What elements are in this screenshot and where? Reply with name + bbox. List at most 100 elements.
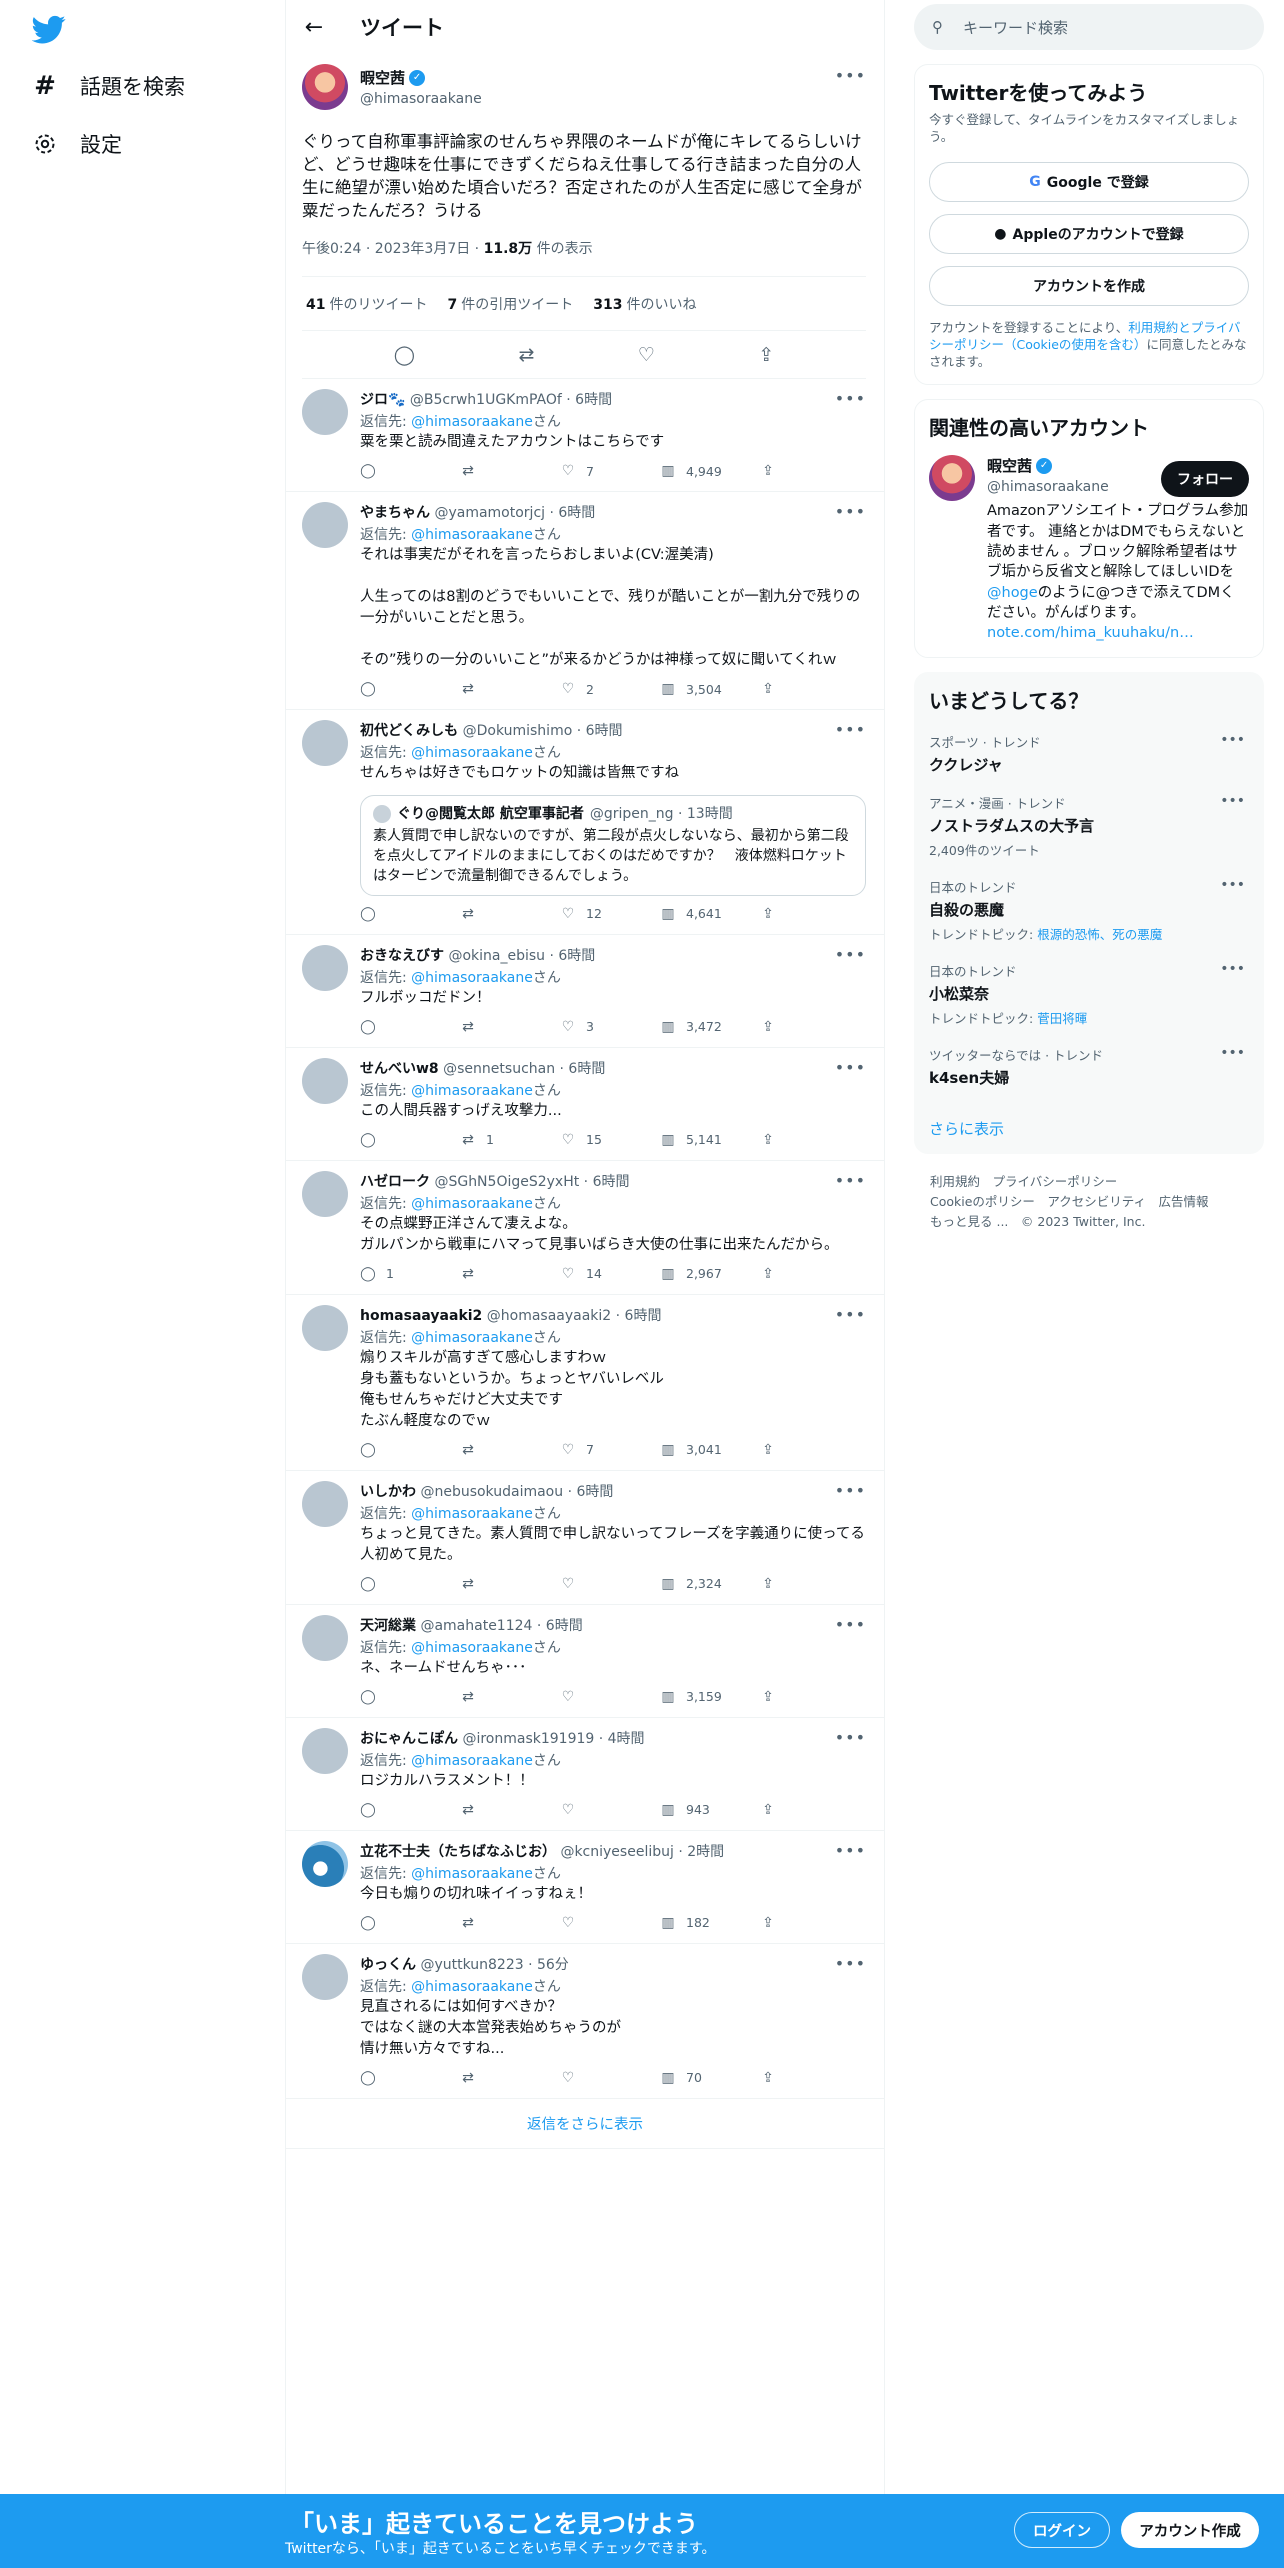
- more-icon[interactable]: •••: [1220, 793, 1245, 809]
- like-action[interactable]: ♡ 7: [560, 463, 660, 479]
- like-stat[interactable]: 313 件のいいね: [593, 294, 696, 314]
- more-icon[interactable]: •••: [835, 1728, 866, 1747]
- reply-meta[interactable]: @kcniyeseelibuj · 2時間: [560, 1844, 724, 1860]
- trend-topic-link[interactable]: 菅田将暉: [1037, 1011, 1087, 1026]
- reply-to-link[interactable]: @himasoraakane: [411, 1330, 533, 1346]
- views-action[interactable]: ▥ 2,967: [660, 1266, 760, 1282]
- retweet-action[interactable]: ⇄: [460, 1576, 560, 1592]
- views-action[interactable]: ▥ 70: [660, 2070, 760, 2086]
- share-icon[interactable]: ⇪: [758, 344, 774, 366]
- reply-to-link[interactable]: @himasoraakane: [411, 527, 533, 543]
- reply-meta[interactable]: @SGhN5OigeS2yxHt · 6時間: [434, 1174, 629, 1190]
- login-button[interactable]: ログイン: [1014, 2512, 1110, 2548]
- reply-author-name[interactable]: 初代どくみしも: [360, 723, 458, 739]
- reply-meta[interactable]: @homasaayaaki2 · 6時間: [487, 1308, 662, 1324]
- reply-author-name[interactable]: やまちゃん: [360, 505, 430, 521]
- reply-author-name[interactable]: homasaayaaki2: [360, 1308, 482, 1324]
- share-action[interactable]: ⇪: [760, 1019, 776, 1035]
- reply-author-name[interactable]: ゆっくん: [360, 1957, 416, 1973]
- reply-action[interactable]: ◯: [360, 2070, 460, 2086]
- reply-tweet[interactable]: 天河総業 @amahate1124 · 6時間 返信先: @himasoraak…: [286, 1605, 884, 1718]
- quote-stat[interactable]: 7 件の引用ツイート: [447, 294, 573, 314]
- retweet-action[interactable]: ⇄: [460, 1689, 560, 1705]
- more-icon[interactable]: •••: [835, 1171, 866, 1190]
- reply-action[interactable]: ◯: [360, 463, 460, 479]
- avatar[interactable]: [302, 1727, 348, 1774]
- like-action[interactable]: ♡ 3: [560, 1019, 660, 1035]
- views-action[interactable]: ▥ 943: [660, 1802, 760, 1818]
- reply-action[interactable]: ◯: [360, 1915, 460, 1931]
- more-icon[interactable]: •••: [835, 389, 866, 408]
- reply-tweet[interactable]: おきなえびす @okina_ebisu · 6時間 返信先: @himasora…: [286, 935, 884, 1048]
- avatar[interactable]: [302, 1057, 348, 1104]
- avatar[interactable]: [302, 720, 348, 767]
- retweet-icon[interactable]: ⇄: [518, 344, 534, 366]
- reply-meta[interactable]: @B5crwh1UGKmPAOf · 6時間: [410, 392, 612, 408]
- reply-author-name[interactable]: ハゼローク: [360, 1174, 430, 1190]
- reply-to-link[interactable]: @himasoraakane: [411, 1506, 533, 1522]
- views-action[interactable]: ▥ 3,504: [660, 681, 760, 697]
- views-action[interactable]: ▥ 5,141: [660, 1132, 760, 1148]
- more-icon[interactable]: •••: [835, 1305, 866, 1324]
- avatar[interactable]: [302, 64, 348, 110]
- nav-explore[interactable]: # 話題を検索: [32, 66, 185, 106]
- reply-author-name[interactable]: いしかわ: [360, 1484, 416, 1500]
- reply-tweet[interactable]: せんべいw8 @sennetsuchan · 6時間 返信先: @himasor…: [286, 1048, 884, 1161]
- bio-url-link[interactable]: note.com/hima_kuuhaku/n…: [987, 625, 1194, 641]
- avatar[interactable]: [302, 1953, 348, 2000]
- reply-to-link[interactable]: @himasoraakane: [411, 1866, 533, 1882]
- like-action[interactable]: ♡: [560, 1802, 660, 1818]
- bio-mention-link[interactable]: @hoge: [987, 585, 1038, 601]
- views-action[interactable]: ▥ 4,641: [660, 906, 760, 922]
- reply-tweet[interactable]: ハゼローク @SGhN5OigeS2yxHt · 6時間 返信先: @himas…: [286, 1161, 884, 1295]
- more-icon[interactable]: •••: [835, 1954, 866, 1973]
- trends-more-link[interactable]: さらに表示: [929, 1118, 1249, 1139]
- reply-meta[interactable]: @nebusokudaimaou · 6時間: [420, 1484, 613, 1500]
- avatar[interactable]: [302, 1614, 348, 1661]
- footer-line[interactable]: 利用規約 プライバシーポリシー: [930, 1172, 1264, 1192]
- reply-to-link[interactable]: @himasoraakane: [411, 970, 533, 986]
- share-action[interactable]: ⇪: [760, 1132, 776, 1148]
- like-action[interactable]: ♡ 15: [560, 1132, 660, 1148]
- reply-meta[interactable]: @yuttkun8223 · 56分: [420, 1957, 568, 1973]
- reply-to-link[interactable]: @himasoraakane: [411, 1083, 533, 1099]
- more-icon[interactable]: •••: [1220, 877, 1245, 893]
- share-action[interactable]: ⇪: [760, 1442, 776, 1458]
- views-action[interactable]: ▥ 3,041: [660, 1442, 760, 1458]
- share-action[interactable]: ⇪: [760, 681, 776, 697]
- trend-item[interactable]: 日本のトレンド 自殺の悪魔 トレンドトピック: 根源的恐怖、死の悪魔 •••: [929, 877, 1249, 943]
- retweet-action[interactable]: ⇄: [460, 1915, 560, 1931]
- reply-meta[interactable]: @amahate1124 · 6時間: [420, 1618, 582, 1634]
- more-icon[interactable]: •••: [835, 66, 866, 85]
- reply-meta[interactable]: @sennetsuchan · 6時間: [443, 1061, 605, 1077]
- share-action[interactable]: ⇪: [760, 463, 776, 479]
- like-action[interactable]: ♡ 12: [560, 906, 660, 922]
- reply-to-link[interactable]: @himasoraakane: [411, 1640, 533, 1656]
- reply-action[interactable]: ◯: [360, 1442, 460, 1458]
- more-icon[interactable]: •••: [835, 1615, 866, 1634]
- reply-to-link[interactable]: @himasoraakane: [411, 745, 533, 761]
- search-input[interactable]: ⚲ キーワード検索: [914, 4, 1264, 50]
- avatar[interactable]: [302, 389, 348, 436]
- share-action[interactable]: ⇪: [760, 1266, 776, 1282]
- nav-settings[interactable]: 設定: [32, 124, 122, 164]
- share-action[interactable]: ⇪: [760, 1802, 776, 1818]
- like-action[interactable]: ♡: [560, 1576, 660, 1592]
- reply-action[interactable]: ◯: [360, 906, 460, 922]
- twitter-logo-icon[interactable]: [32, 12, 66, 46]
- more-icon[interactable]: •••: [835, 1841, 866, 1860]
- author-handle[interactable]: @himasoraakane: [360, 91, 482, 107]
- like-action[interactable]: ♡ 2: [560, 681, 660, 697]
- avatar[interactable]: [929, 455, 975, 502]
- follow-button[interactable]: フォロー: [1161, 461, 1249, 498]
- reply-to-link[interactable]: @himasoraakane: [411, 1753, 533, 1769]
- views-action[interactable]: ▥ 4,949: [660, 463, 760, 479]
- trend-item[interactable]: スポーツ · トレンド ククレジャ •••: [929, 732, 1249, 775]
- avatar[interactable]: [302, 944, 348, 991]
- create-account-button[interactable]: アカウントを作成: [929, 265, 1249, 306]
- avatar[interactable]: [302, 1480, 348, 1527]
- signup-button[interactable]: アカウント作成: [1121, 2512, 1259, 2548]
- trend-item[interactable]: アニメ・漫画 · トレンド ノストラダムスの大予言 2,409件のツイート ••…: [929, 793, 1249, 859]
- reply-action[interactable]: ◯: [360, 1132, 460, 1148]
- reply-author-name[interactable]: おきなえびす: [360, 948, 444, 964]
